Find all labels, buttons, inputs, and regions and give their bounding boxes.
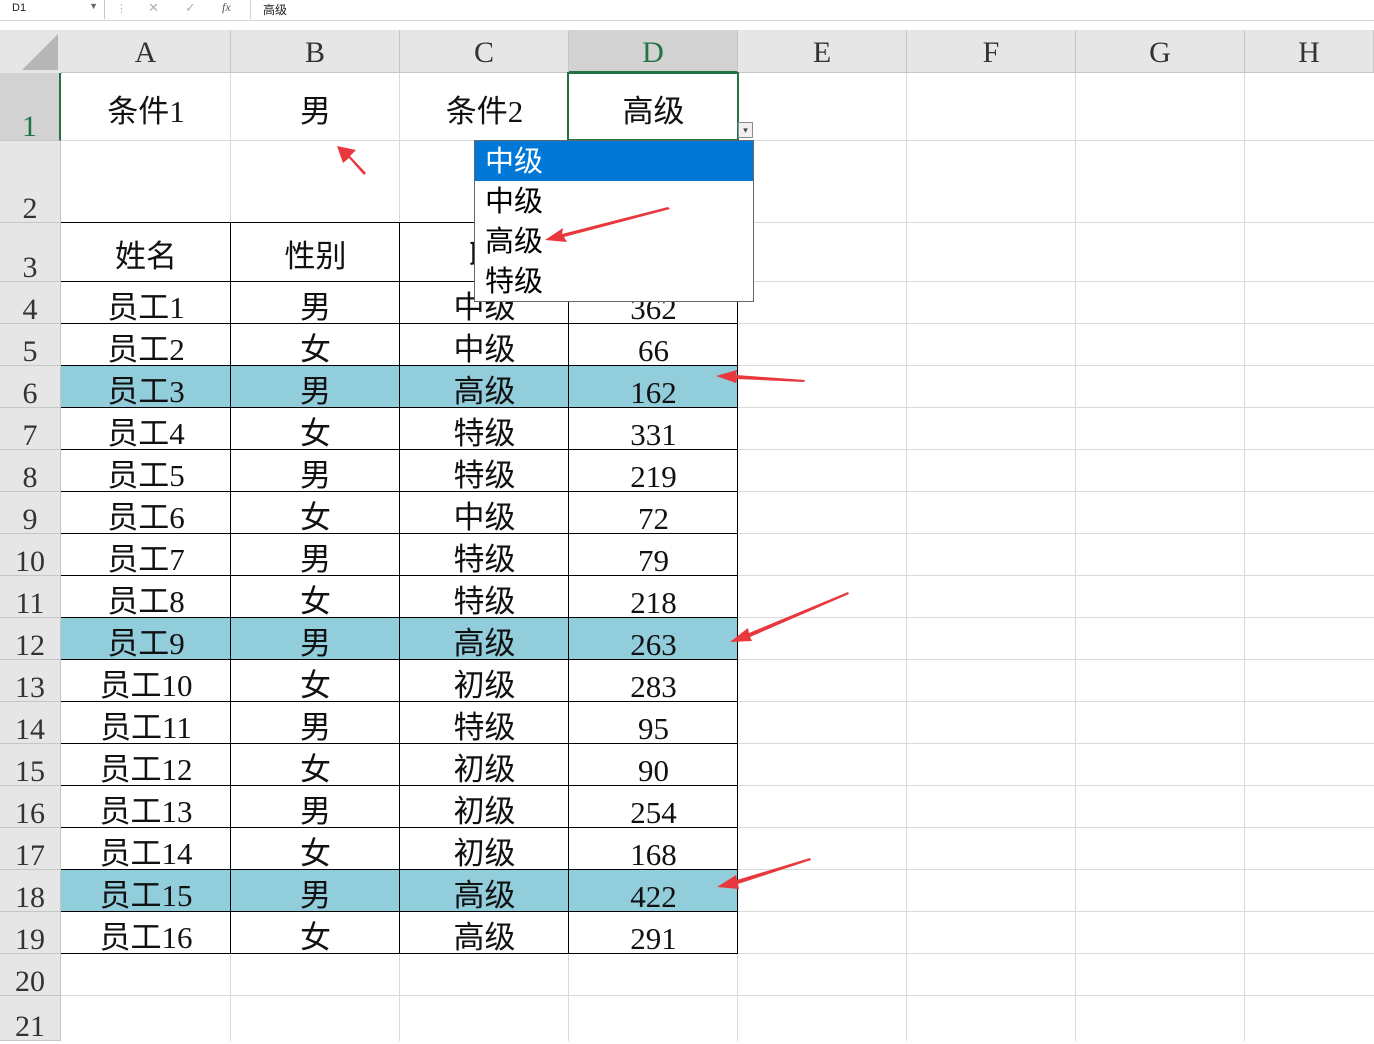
arrow-annotation	[337, 146, 366, 175]
arrow-annotation	[717, 858, 811, 889]
annotation-arrows	[337, 146, 849, 889]
arrow-annotation	[730, 592, 849, 642]
arrow-annotation	[716, 370, 805, 383]
arrow-annotation	[545, 207, 670, 242]
